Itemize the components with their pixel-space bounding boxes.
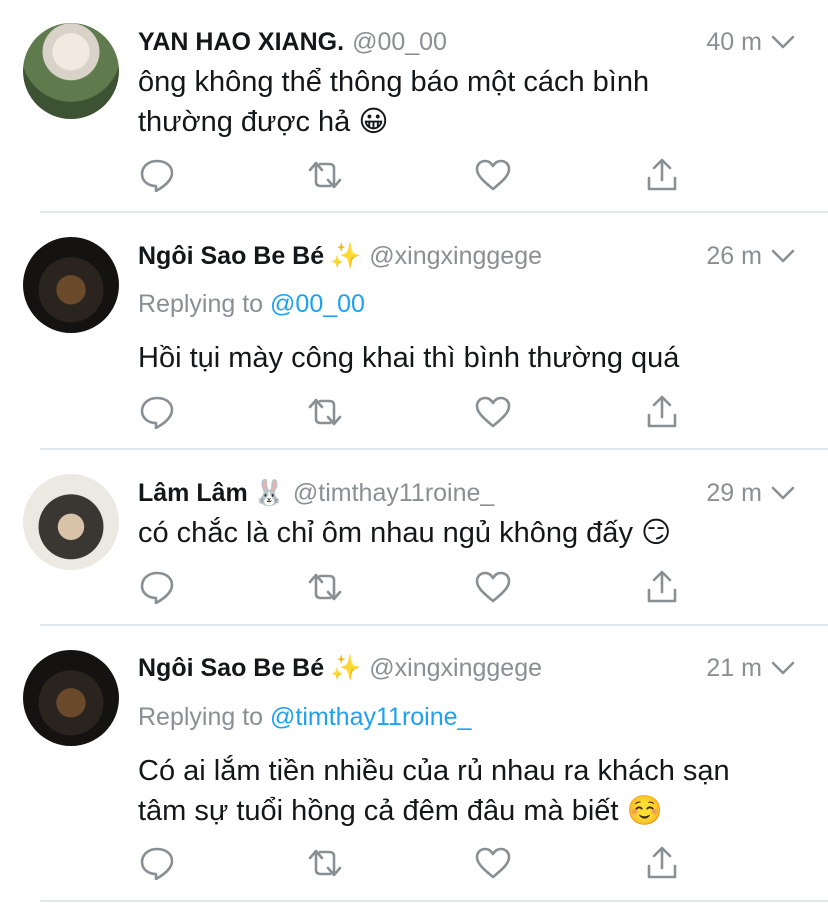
replying-label: Replying to xyxy=(138,703,264,731)
handle[interactable]: @xingxinggege xyxy=(369,242,542,270)
tweet[interactable]: Ngôi Sao Be Bé ✨ @xingxinggege 21 m Replyi… xyxy=(0,626,828,903)
chevron-down-icon[interactable] xyxy=(770,483,796,503)
display-name[interactable]: Lâm Lâm xyxy=(138,479,248,507)
tweet-text: ông không thể thông báo một cách bình th… xyxy=(138,62,788,142)
tweet-text-line: thường được hả 😀 xyxy=(138,106,389,138)
avatar[interactable] xyxy=(23,650,119,746)
display-name[interactable]: Ngôi Sao Be Bé xyxy=(138,654,324,682)
tweet-text: Có ai lắm tiền nhiều của rủ nhau ra khác… xyxy=(138,751,788,831)
share-icon[interactable] xyxy=(643,570,681,604)
share-icon[interactable] xyxy=(643,158,681,192)
tweet[interactable]: Ngôi Sao Be Bé ✨ @xingxinggege 26 m Replyi… xyxy=(0,213,828,450)
tweet-text-line: tâm sự tuổi hồng cả đêm đâu mà biết ☺️ xyxy=(138,795,663,827)
rabbit-emoji: 🐰 xyxy=(253,479,285,507)
handle[interactable]: @timthay11roine_ xyxy=(293,479,494,507)
tweet-text: Hồi tụi mày công khai thì bình thường qu… xyxy=(138,338,788,378)
display-name[interactable]: YAN HAO XIANG. xyxy=(138,28,344,56)
tweet-header: Lâm Lâm 🐰 @timthay11roine_ 29 m xyxy=(138,477,796,509)
replying-to: Replying to @00_00 xyxy=(138,290,365,319)
tweet-text-line: Hồi tụi mày công khai thì bình thường qu… xyxy=(138,342,680,374)
retweet-icon[interactable] xyxy=(306,846,344,880)
retweet-icon[interactable] xyxy=(306,570,344,604)
tweet-header: Ngôi Sao Be Bé ✨ @xingxinggege 21 m xyxy=(138,652,796,684)
handle[interactable]: @00_00 xyxy=(352,28,447,56)
tweet-actions xyxy=(138,395,698,430)
mention-link[interactable]: @00_00 xyxy=(270,290,365,318)
tweet-text-line: Có ai lắm tiền nhiều của rủ nhau ra khác… xyxy=(138,755,730,787)
share-icon[interactable] xyxy=(643,846,681,880)
divider xyxy=(40,900,828,902)
tweet-actions xyxy=(138,846,698,881)
heart-icon[interactable] xyxy=(474,158,512,192)
tweet-actions xyxy=(138,570,698,605)
reply-icon[interactable] xyxy=(138,846,176,881)
chevron-down-icon[interactable] xyxy=(770,658,796,678)
mention-link[interactable]: @timthay11roine_ xyxy=(270,703,471,731)
tweet[interactable]: YAN HAO XIANG. @00_00 40 m ông không thể … xyxy=(0,0,828,213)
share-icon[interactable] xyxy=(643,395,681,429)
heart-icon[interactable] xyxy=(474,395,512,429)
sparkles-emoji: ✨ xyxy=(330,654,362,682)
timestamp: 26 m xyxy=(706,242,762,270)
chevron-down-icon[interactable] xyxy=(770,246,796,266)
handle[interactable]: @xingxinggege xyxy=(369,654,542,682)
heart-icon[interactable] xyxy=(474,846,512,880)
timestamp: 40 m xyxy=(706,28,762,56)
display-name[interactable]: Ngôi Sao Be Bé xyxy=(138,242,324,270)
avatar[interactable] xyxy=(23,237,119,333)
retweet-icon[interactable] xyxy=(306,395,344,429)
tweet-text-line: ông không thể thông báo một cách bình xyxy=(138,66,650,98)
sparkles-emoji: ✨ xyxy=(330,242,362,270)
reply-icon[interactable] xyxy=(138,395,176,430)
tweet-header: YAN HAO XIANG. @00_00 40 m xyxy=(138,26,796,58)
avatar[interactable] xyxy=(23,23,119,119)
timestamp: 21 m xyxy=(706,654,762,682)
tweet[interactable]: Lâm Lâm 🐰 @timthay11roine_ 29 m có chắc là… xyxy=(0,450,828,626)
chevron-down-icon[interactable] xyxy=(770,32,796,52)
replying-label: Replying to xyxy=(138,290,264,318)
avatar[interactable] xyxy=(23,474,119,570)
heart-icon[interactable] xyxy=(474,570,512,604)
tweet-text: có chắc là chỉ ôm nhau ngủ không đấy 😏 xyxy=(138,513,788,553)
tweet-text-line: có chắc là chỉ ôm nhau ngủ không đấy 😏 xyxy=(138,517,672,549)
reply-icon[interactable] xyxy=(138,158,176,193)
tweet-actions xyxy=(138,158,698,193)
timestamp: 29 m xyxy=(706,479,762,507)
tweet-header: Ngôi Sao Be Bé ✨ @xingxinggege 26 m xyxy=(138,240,796,272)
replying-to: Replying to @timthay11roine_ xyxy=(138,703,471,732)
retweet-icon[interactable] xyxy=(306,158,344,192)
reply-icon[interactable] xyxy=(138,570,176,605)
